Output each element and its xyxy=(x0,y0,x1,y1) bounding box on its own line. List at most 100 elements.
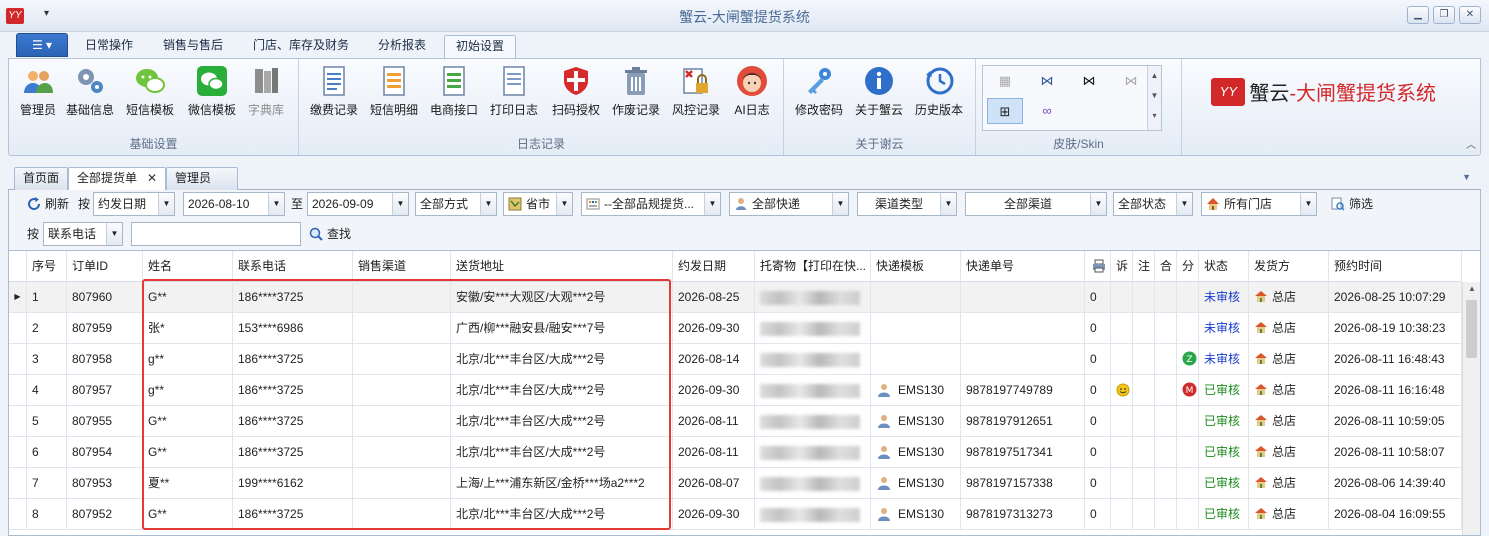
tracking-cell[interactable] xyxy=(961,282,1085,313)
split-cell[interactable] xyxy=(1177,437,1199,468)
reserve-time-cell[interactable]: 2026-08-11 10:59:05 xyxy=(1329,406,1462,437)
print-count-cell[interactable]: 0 xyxy=(1085,437,1111,468)
address-cell[interactable]: 北京/北***丰台区/大成***2号 xyxy=(451,344,673,375)
seq-cell[interactable]: 7 xyxy=(27,468,67,499)
admin-button[interactable]: 管理员 xyxy=(9,63,67,123)
sms-template-button[interactable]: 短信模板 xyxy=(121,63,179,123)
complaint-cell[interactable] xyxy=(1111,344,1133,375)
complaint-cell[interactable] xyxy=(1111,282,1133,313)
print-count-cell[interactable]: 0 xyxy=(1085,406,1111,437)
column-header[interactable]: 托寄物【打印在快... xyxy=(755,251,871,282)
tab-list-dropdown-icon[interactable]: ▼ xyxy=(1462,172,1471,182)
express-template-cell[interactable]: EMS130 xyxy=(871,499,961,530)
note-cell[interactable] xyxy=(1133,344,1155,375)
table-row[interactable]: ▶ 1 807960 G** 186****3725 安徽/安***大观区/大观***2号… xyxy=(9,282,1462,313)
reserve-time-cell[interactable]: 2026-08-25 10:07:29 xyxy=(1329,282,1462,313)
name-cell[interactable]: 张* xyxy=(143,313,233,344)
search-button[interactable]: 查找 xyxy=(309,222,351,246)
shipper-cell[interactable]: 总店 xyxy=(1249,282,1329,313)
phone-cell[interactable]: 199****6162 xyxy=(233,468,353,499)
merge-cell[interactable] xyxy=(1155,406,1177,437)
tracking-cell[interactable] xyxy=(961,344,1085,375)
name-cell[interactable]: G** xyxy=(143,282,233,313)
row-indicator[interactable] xyxy=(9,313,27,344)
reserve-time-cell[interactable]: 2026-08-11 16:48:43 xyxy=(1329,344,1462,375)
column-header[interactable]: 快递模板 xyxy=(871,251,961,282)
express-template-cell[interactable] xyxy=(871,282,961,313)
split-cell[interactable] xyxy=(1177,313,1199,344)
column-header[interactable]: 发货方 xyxy=(1249,251,1329,282)
status-badge[interactable]: 未审核 xyxy=(1199,313,1249,344)
skin-vs-light-icon[interactable]: ⋈ xyxy=(1113,68,1149,94)
column-header[interactable]: 约发日期 xyxy=(673,251,755,282)
shipper-cell[interactable]: 总店 xyxy=(1249,344,1329,375)
table-row[interactable]: 7 807953 夏** 199****6162 上海/上***浦东新区/金桥***场a… xyxy=(9,468,1462,499)
minimize-button[interactable]: ▁ xyxy=(1407,6,1429,24)
complaint-cell[interactable] xyxy=(1111,499,1133,530)
note-cell[interactable] xyxy=(1133,437,1155,468)
close-button[interactable]: ✕ xyxy=(1459,6,1481,24)
merge-cell[interactable] xyxy=(1155,468,1177,499)
close-tab-icon[interactable]: ✕ xyxy=(147,171,157,185)
package-cell-redacted[interactable] xyxy=(755,344,871,375)
store-select[interactable]: 所有门店 ▼ xyxy=(1201,192,1317,216)
order-id-cell[interactable]: 807957 xyxy=(67,375,143,406)
sms-detail-button[interactable]: 短信明细 xyxy=(365,63,423,123)
dictionary-button[interactable]: 字典库 xyxy=(237,63,295,123)
column-header[interactable] xyxy=(1085,251,1111,282)
filter-button[interactable]: 筛选 xyxy=(1331,192,1373,216)
channel-type-select[interactable]: 渠道类型 ▼ xyxy=(857,192,957,216)
address-cell[interactable]: 北京/北***丰台区/大成***2号 xyxy=(451,406,673,437)
tab-store-inventory[interactable]: 门店、库存及财务 xyxy=(242,35,360,58)
tracking-cell[interactable]: 9878197517341 xyxy=(961,437,1085,468)
column-header[interactable]: 姓名 xyxy=(143,251,233,282)
order-id-cell[interactable]: 807959 xyxy=(67,313,143,344)
express-template-cell[interactable]: EMS130 xyxy=(871,406,961,437)
status-badge[interactable]: 已审核 xyxy=(1199,406,1249,437)
tracking-cell[interactable]: 9878197313273 xyxy=(961,499,1085,530)
column-header[interactable]: 分 xyxy=(1177,251,1199,282)
address-cell[interactable]: 北京/北***丰台区/大成***2号 xyxy=(451,375,673,406)
date-cell[interactable]: 2026-09-30 xyxy=(673,375,755,406)
about-button[interactable]: 关于蟹云 xyxy=(850,63,908,123)
ai-log-button[interactable]: AI日志 xyxy=(723,63,781,123)
column-header[interactable]: 状态 xyxy=(1199,251,1249,282)
note-cell[interactable] xyxy=(1133,468,1155,499)
phone-cell[interactable]: 186****3725 xyxy=(233,344,353,375)
skin-vs-blue-icon[interactable]: ⋈ xyxy=(1029,68,1065,94)
search-input[interactable] xyxy=(131,222,301,246)
table-row[interactable]: 4 807957 g** 186****3725 北京/北***丰台区/大成***2号 2… xyxy=(9,375,1462,406)
scrollbar-thumb[interactable] xyxy=(1466,300,1477,358)
column-header[interactable]: 快递单号 xyxy=(961,251,1085,282)
row-indicator[interactable] xyxy=(9,375,27,406)
seq-cell[interactable]: 1 xyxy=(27,282,67,313)
date-cell[interactable]: 2026-09-30 xyxy=(673,499,755,530)
row-indicator[interactable] xyxy=(9,468,27,499)
skin-office-icon[interactable]: ▦ xyxy=(987,68,1023,94)
address-cell[interactable]: 广西/柳***融安县/融安***7号 xyxy=(451,313,673,344)
shipper-cell[interactable]: 总店 xyxy=(1249,375,1329,406)
merge-cell[interactable] xyxy=(1155,313,1177,344)
split-cell[interactable] xyxy=(1177,499,1199,530)
seq-cell[interactable]: 8 xyxy=(27,499,67,530)
order-id-cell[interactable]: 807953 xyxy=(67,468,143,499)
note-cell[interactable] xyxy=(1133,406,1155,437)
skin-vs-dark-icon[interactable]: ⋈ xyxy=(1071,68,1107,94)
application-menu-button[interactable]: ☰ ▾ xyxy=(16,33,68,57)
express-template-cell[interactable] xyxy=(871,313,961,344)
status-badge[interactable]: 已审核 xyxy=(1199,437,1249,468)
phone-cell[interactable]: 186****3725 xyxy=(233,406,353,437)
collapse-ribbon-icon[interactable]: ︿ xyxy=(1466,136,1476,151)
tracking-cell[interactable]: 9878197749789 xyxy=(961,375,1085,406)
row-indicator[interactable] xyxy=(9,406,27,437)
region-select[interactable]: 省市 ▼ xyxy=(503,192,573,216)
date-from-picker[interactable]: 2026-08-10 ▼ xyxy=(183,192,285,216)
order-id-cell[interactable]: 807958 xyxy=(67,344,143,375)
note-cell[interactable] xyxy=(1133,499,1155,530)
row-indicator[interactable] xyxy=(9,499,27,530)
doc-tab-home[interactable]: 首页面 xyxy=(14,167,69,190)
channel-cell[interactable] xyxy=(353,499,451,530)
reserve-time-cell[interactable]: 2026-08-06 14:39:40 xyxy=(1329,468,1462,499)
package-cell-redacted[interactable] xyxy=(755,468,871,499)
address-cell[interactable]: 北京/北***丰台区/大成***2号 xyxy=(451,499,673,530)
